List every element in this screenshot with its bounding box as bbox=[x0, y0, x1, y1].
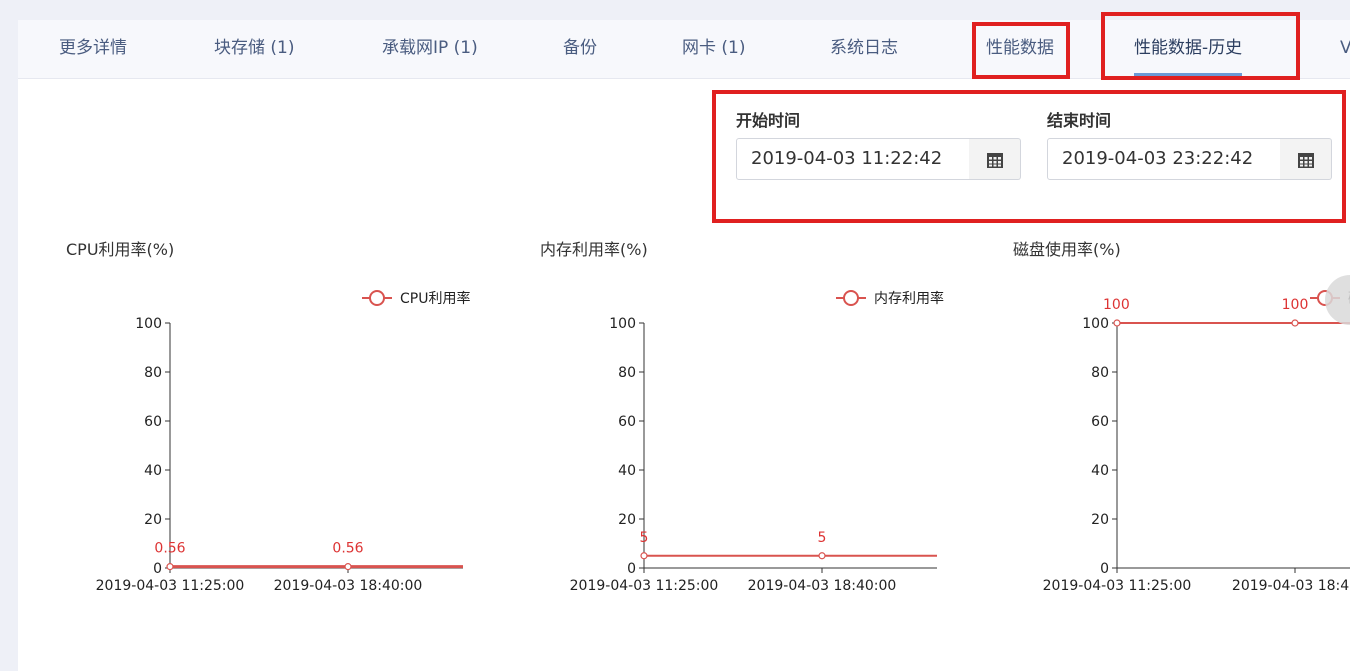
cpu-data-label: 0.56 bbox=[154, 541, 185, 557]
memory-y-tick-label: 80 bbox=[618, 365, 636, 381]
disk-x-tick-label: 2019-04-03 11:25:00 bbox=[1043, 578, 1192, 594]
cpu-chart: 0 20 40 60 80 100 2019-04-03 11:25:00 2019-04-0… bbox=[96, 290, 470, 594]
memory-legend[interactable]: 内存利用率 bbox=[836, 290, 944, 307]
disk-y-tick-label: 60 bbox=[1091, 414, 1109, 430]
disk-y-tick-label: 100 bbox=[1082, 316, 1109, 332]
disk-data-label: 100 bbox=[1282, 297, 1309, 313]
memory-x-tick-label: 2019-04-03 11:25:00 bbox=[570, 578, 719, 594]
memory-y-tick-label: 100 bbox=[609, 316, 636, 332]
disk-data-point[interactable] bbox=[1113, 319, 1121, 327]
cpu-legend[interactable]: CPU利用率 bbox=[362, 290, 470, 307]
memory-y-tick-label: 40 bbox=[618, 463, 636, 479]
memory-data-point[interactable] bbox=[640, 552, 648, 560]
disk-x-tick-label: 2019-04-03 18:40 bbox=[1232, 578, 1350, 594]
legend-marker-icon bbox=[369, 290, 385, 306]
disk-y-tick-label: 40 bbox=[1091, 463, 1109, 479]
cpu-legend-label: CPU利用率 bbox=[400, 290, 470, 307]
memory-chart: 0 20 40 60 80 100 2019-04-03 11:25:00 2019-04-0… bbox=[570, 290, 944, 594]
memory-data-point[interactable] bbox=[818, 552, 826, 560]
charts-canvas: 0 20 40 60 80 100 2019-04-03 11:25:00 2019-04-0… bbox=[96, 290, 1350, 594]
disk-data-point[interactable] bbox=[1291, 319, 1299, 327]
memory-y-tick-label: 0 bbox=[627, 561, 636, 577]
disk-y-tick-label: 20 bbox=[1091, 512, 1109, 528]
disk-data-label: 100 bbox=[1103, 297, 1130, 313]
cpu-y-tick-label: 40 bbox=[144, 463, 162, 479]
disk-y-tick-label: 80 bbox=[1091, 365, 1109, 381]
disk-y-tick-label: 0 bbox=[1100, 561, 1109, 577]
cpu-x-tick-label: 2019-04-03 11:25:00 bbox=[96, 578, 245, 594]
disk-chart: 0 20 40 60 80 100 2019-04-03 11:25:00 2019-04-0… bbox=[1043, 290, 1350, 594]
cpu-y-tick-label: 80 bbox=[144, 365, 162, 381]
cpu-y-tick-label: 100 bbox=[135, 316, 162, 332]
memory-legend-label: 内存利用率 bbox=[874, 290, 944, 307]
memory-data-label: 5 bbox=[818, 530, 827, 546]
memory-y-tick-label: 60 bbox=[618, 414, 636, 430]
cpu-y-tick-label: 20 bbox=[144, 512, 162, 528]
cpu-data-point[interactable] bbox=[344, 563, 352, 571]
memory-x-tick-label: 2019-04-03 18:40:00 bbox=[748, 578, 897, 594]
cpu-data-point[interactable] bbox=[166, 563, 174, 571]
cpu-x-tick-label: 2019-04-03 18:40:00 bbox=[274, 578, 423, 594]
memory-data-label: 5 bbox=[640, 530, 649, 546]
cpu-y-tick-label: 60 bbox=[144, 414, 162, 430]
cpu-data-label: 0.56 bbox=[332, 541, 363, 557]
legend-marker-icon bbox=[843, 290, 859, 306]
cpu-y-tick-label: 0 bbox=[153, 561, 162, 577]
memory-y-tick-label: 20 bbox=[618, 512, 636, 528]
